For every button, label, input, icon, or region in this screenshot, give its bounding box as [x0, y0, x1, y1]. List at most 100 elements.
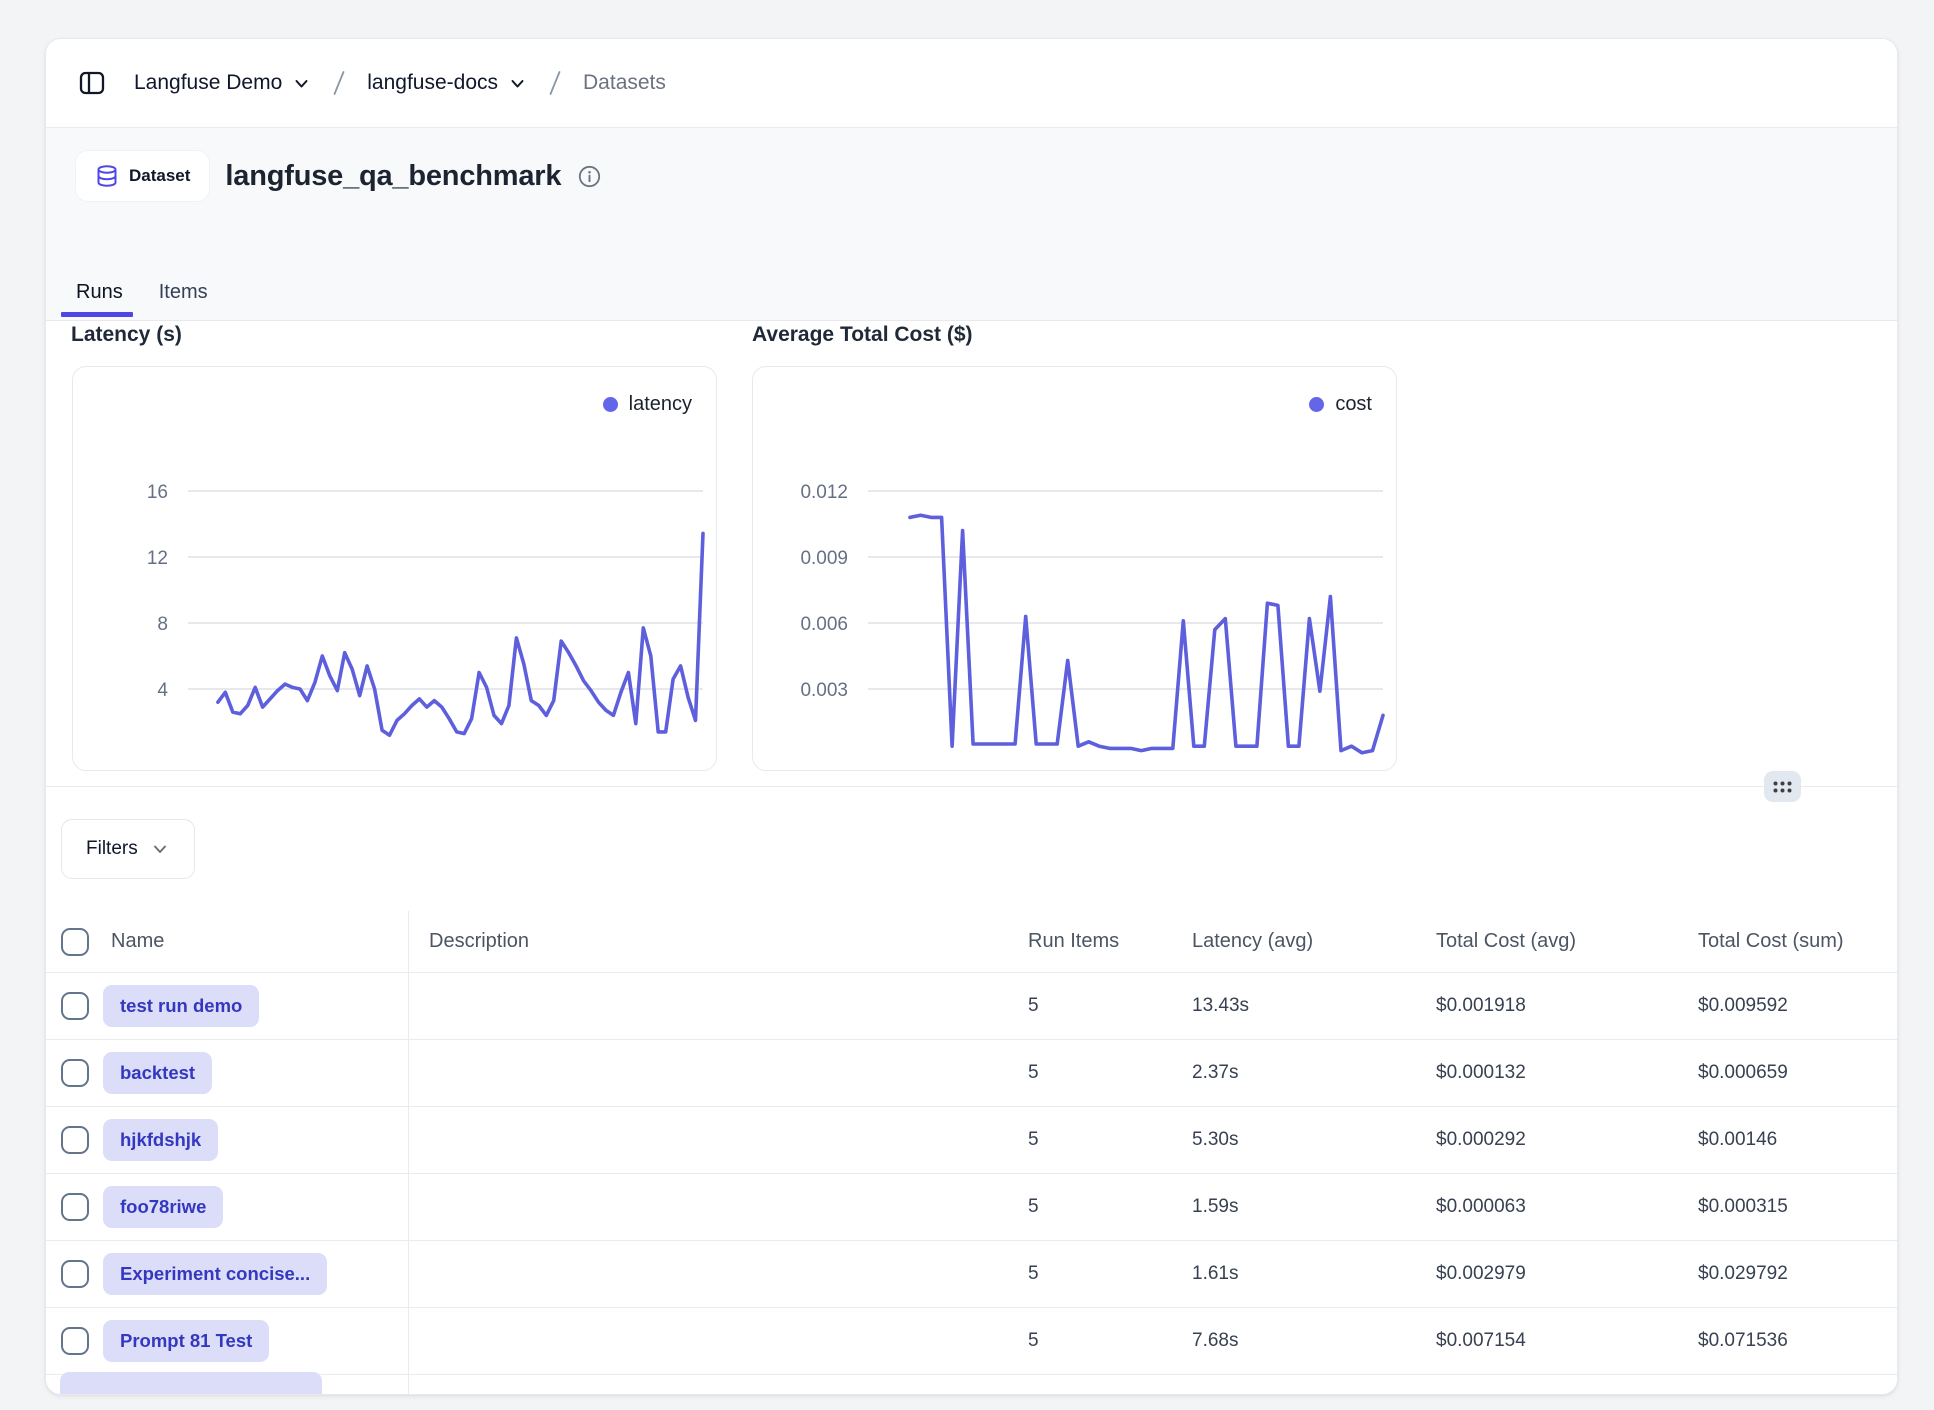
row-checkbox[interactable]: [61, 1126, 89, 1154]
row-checkbox[interactable]: [61, 1193, 89, 1221]
total-cost-sum-cell: $0.00146: [1698, 1129, 1777, 1150]
latency-avg-cell: 5.30s: [1192, 1129, 1238, 1150]
svg-text:12: 12: [147, 548, 168, 569]
total-cost-sum-cell: $0.000315: [1698, 1196, 1788, 1217]
svg-text:8: 8: [157, 614, 168, 635]
latency-avg-cell: 7.68s: [1192, 1330, 1238, 1351]
run-items-cell: 5: [1028, 1129, 1039, 1150]
run-name-badge[interactable]: backtest: [103, 1052, 212, 1094]
sidebar-toggle-icon[interactable]: [76, 67, 108, 99]
latency-avg-cell: 2.37s: [1192, 1062, 1238, 1083]
filters-button-label: Filters: [86, 838, 138, 860]
latency-avg-cell: 1.61s: [1192, 1263, 1238, 1284]
filters-button[interactable]: Filters: [61, 819, 195, 879]
select-all-checkbox[interactable]: [61, 928, 89, 956]
dataset-badge-label: Dataset: [129, 166, 190, 186]
run-name-badge[interactable]: Experiment concise...: [103, 1253, 327, 1295]
row-checkbox[interactable]: [61, 992, 89, 1020]
section-divider: [46, 786, 1897, 787]
latency-avg-cell: 1.59s: [1192, 1196, 1238, 1217]
page-title: langfuse_qa_benchmark: [225, 160, 561, 193]
legend-dot-icon: [603, 397, 618, 412]
total-cost-sum-cell: $0.071536: [1698, 1330, 1788, 1351]
database-icon: [95, 164, 119, 188]
breadcrumb: Langfuse Demo langfuse-docs Datasets: [46, 39, 1897, 128]
column-header-total-cost-sum: Total Cost (sum): [1698, 930, 1844, 952]
total-cost-avg-cell: $0.002979: [1436, 1263, 1526, 1284]
run-items-cell: 5: [1028, 1062, 1039, 1083]
column-header-run-items: Run Items: [1028, 930, 1119, 952]
table-row: Prompt 81 Test 5 7.68s $0.007154 $0.0715…: [46, 1308, 1897, 1375]
total-cost-avg-cell: $0.000132: [1436, 1062, 1526, 1083]
svg-text:0.012: 0.012: [800, 482, 848, 503]
row-checkbox[interactable]: [61, 1059, 89, 1087]
breadcrumb-environment[interactable]: langfuse-docs: [367, 71, 527, 95]
cost-chart-title: Average Total Cost ($): [752, 323, 973, 347]
cost-chart-legend: cost: [1309, 393, 1372, 416]
run-items-cell: 5: [1028, 995, 1039, 1016]
table-row: backtest 5 2.37s $0.000132 $0.000659: [46, 1040, 1897, 1107]
breadcrumb-project[interactable]: Langfuse Demo: [134, 71, 311, 95]
svg-text:16: 16: [147, 482, 168, 503]
breadcrumb-separator: [547, 68, 563, 98]
total-cost-avg-cell: $0.001918: [1436, 995, 1526, 1016]
dataset-type-badge: Dataset: [76, 151, 209, 201]
legend-label: latency: [629, 393, 692, 416]
run-name-badge[interactable]: foo78riwe: [103, 1186, 223, 1228]
table-row: Experiment concise... 5 1.61s $0.002979 …: [46, 1241, 1897, 1308]
svg-text:4: 4: [157, 680, 168, 701]
total-cost-sum-cell: $0.009592: [1698, 995, 1788, 1016]
total-cost-sum-cell: $0.000659: [1698, 1062, 1788, 1083]
column-header-total-cost-avg: Total Cost (avg): [1436, 930, 1576, 952]
chevron-down-icon: [508, 74, 527, 93]
run-items-cell: 5: [1028, 1263, 1039, 1284]
row-checkbox[interactable]: [61, 1327, 89, 1355]
latency-chart: 16 12 8 4 latency: [72, 366, 717, 771]
latency-chart-legend: latency: [603, 393, 692, 416]
run-name-badge[interactable]: test run demo: [103, 985, 259, 1027]
resize-handle[interactable]: [1764, 771, 1801, 802]
run-name-badge[interactable]: hjkfdshjk: [103, 1119, 218, 1161]
table-row: foo78riwe 5 1.59s $0.000063 $0.000315: [46, 1174, 1897, 1241]
grip-dots-icon: [1772, 779, 1793, 795]
breadcrumb-page-label: Datasets: [583, 71, 666, 95]
total-cost-sum-cell: $0.029792: [1698, 1263, 1788, 1284]
tab-runs[interactable]: Runs: [76, 281, 123, 320]
total-cost-avg-cell: $0.007154: [1436, 1330, 1526, 1351]
table-row: test run demo 5 13.43s $0.001918 $0.0095…: [46, 973, 1897, 1040]
info-icon[interactable]: [577, 164, 602, 189]
chevron-down-icon: [150, 839, 170, 859]
latency-chart-canvas: 16 12 8 4: [73, 367, 716, 772]
column-header-latency-avg: Latency (avg): [1192, 930, 1313, 952]
total-cost-avg-cell: $0.000292: [1436, 1129, 1526, 1150]
svg-text:0.006: 0.006: [800, 614, 848, 635]
latency-chart-title: Latency (s): [71, 323, 182, 347]
run-items-cell: 5: [1028, 1196, 1039, 1217]
table-header-row: Name Description Run Items Latency (avg)…: [46, 911, 1897, 973]
column-header-name: Name: [111, 930, 164, 953]
content-area: Latency (s) Average Total Cost ($) 16 12 8…: [46, 321, 1897, 1394]
tab-items[interactable]: Items: [159, 281, 208, 320]
page-header: Dataset langfuse_qa_benchmark Runs Items: [46, 128, 1897, 321]
breadcrumb-environment-label: langfuse-docs: [367, 71, 498, 95]
total-cost-avg-cell: $0.000063: [1436, 1196, 1526, 1217]
title-row: Dataset langfuse_qa_benchmark: [76, 150, 1867, 202]
legend-dot-icon: [1309, 397, 1324, 412]
run-name-badge[interactable]: Prompt 81 Test: [103, 1320, 269, 1362]
run-items-cell: 5: [1028, 1330, 1039, 1351]
chevron-down-icon: [292, 74, 311, 93]
run-name-badge-partial[interactable]: [60, 1372, 322, 1394]
table-row-partial: [46, 1375, 1897, 1394]
legend-label: cost: [1335, 393, 1372, 416]
column-header-description: Description: [429, 930, 529, 952]
runs-table: Name Description Run Items Latency (avg)…: [46, 911, 1897, 1394]
breadcrumb-separator: [331, 68, 347, 98]
table-row: hjkfdshjk 5 5.30s $0.000292 $0.00146: [46, 1107, 1897, 1174]
row-checkbox[interactable]: [61, 1260, 89, 1288]
tab-bar: Runs Items: [76, 281, 208, 320]
breadcrumb-page[interactable]: Datasets: [583, 71, 666, 95]
svg-text:0.009: 0.009: [800, 548, 848, 569]
latency-avg-cell: 13.43s: [1192, 995, 1249, 1016]
cost-chart-canvas: 0.0120.0090.0060.003: [753, 367, 1396, 772]
cost-chart: 0.0120.0090.0060.003 cost: [752, 366, 1397, 771]
